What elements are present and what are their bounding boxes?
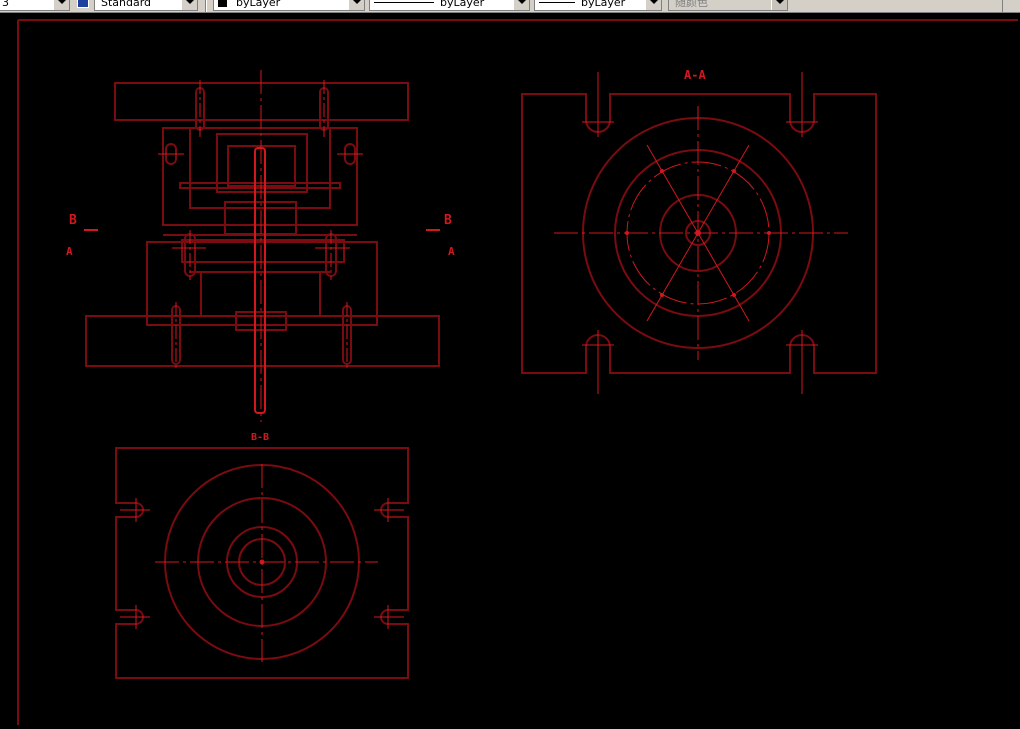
- cut-label-b-right: B: [444, 213, 452, 228]
- plot-style-combo[interactable]: 随颜色: [668, 0, 788, 11]
- linetype-combo[interactable]: byLayer: [369, 0, 530, 11]
- linetype-combo-value: byLayer: [440, 0, 485, 9]
- lineweight-combo[interactable]: byLayer: [534, 0, 662, 11]
- chevron-down-icon[interactable]: [645, 0, 661, 10]
- toolbar-separator: [205, 0, 207, 12]
- toolbar-scroll-button[interactable]: [1002, 0, 1020, 12]
- layer-combo[interactable]: 3: [0, 0, 70, 11]
- color-swatch-icon: [218, 0, 227, 7]
- cut-label-a-left: A: [66, 245, 73, 258]
- front-view-center-lines: [158, 70, 363, 422]
- color-combo-value: byLayer: [236, 0, 281, 9]
- cad-drawing[interactable]: B A B A A-A B-B: [0, 12, 1020, 725]
- drawing-canvas[interactable]: B A B A A-A B-B: [0, 12, 1020, 725]
- chevron-down-icon[interactable]: [53, 0, 69, 10]
- color-combo[interactable]: byLayer: [213, 0, 365, 11]
- linetype-preview-icon: [374, 2, 434, 3]
- chevron-down-icon[interactable]: [181, 0, 197, 10]
- chevron-down-icon[interactable]: [771, 0, 787, 10]
- lineweight-preview-icon: [539, 2, 575, 3]
- section-aa-label: A-A: [684, 68, 706, 82]
- lineweight-combo-value: byLayer: [581, 0, 626, 9]
- section-bb-center-point: [259, 559, 265, 565]
- cut-label-b-left: B: [69, 213, 77, 228]
- section-bb-label: B-B: [251, 432, 269, 443]
- chevron-down-icon[interactable]: [513, 0, 529, 10]
- front-sectional-view[interactable]: [85, 82, 440, 367]
- text-style-icon[interactable]: [77, 0, 89, 8]
- cut-label-a-right: A: [448, 245, 455, 258]
- chevron-down-icon[interactable]: [348, 0, 364, 10]
- layer-combo-value: 3: [2, 0, 9, 9]
- text-style-value: Standard: [101, 0, 152, 9]
- plot-style-value: 随颜色: [675, 0, 708, 9]
- text-style-combo[interactable]: Standard: [94, 0, 198, 11]
